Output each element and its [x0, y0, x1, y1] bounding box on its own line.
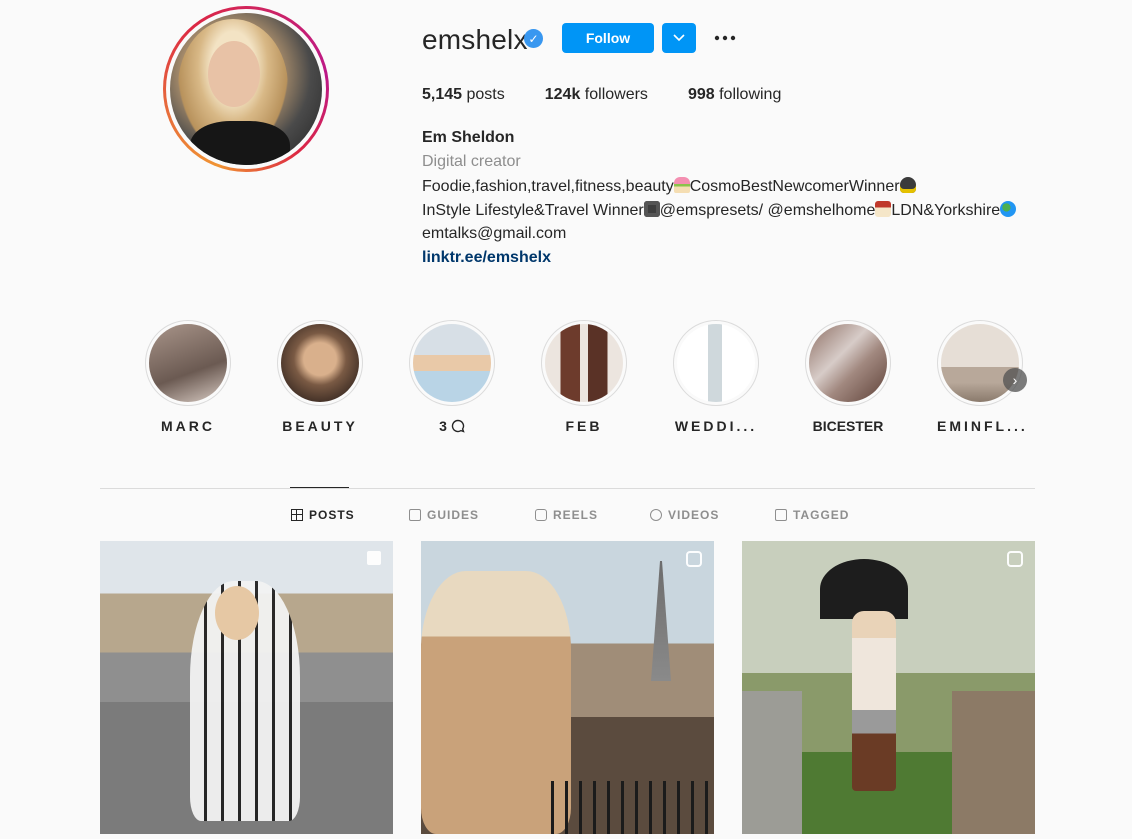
username: emshelx — [422, 24, 528, 55]
highlight-label: 3 — [409, 418, 495, 434]
highlight-item[interactable]: FEB — [541, 320, 627, 434]
bio-line-2: InStyle Lifestyle&Travel Winner @emsprese… — [422, 201, 1017, 220]
highlight-cover — [941, 324, 1019, 402]
full-name: Em Sheldon — [422, 129, 515, 146]
chevron-right-icon: › — [1012, 372, 1018, 388]
highlight-cover — [545, 324, 623, 402]
followers-stat[interactable]: 124k followers — [545, 86, 648, 104]
profile-avatar[interactable] — [163, 6, 329, 172]
camera-emoji-icon — [643, 201, 660, 217]
globe-emoji-icon — [1000, 201, 1017, 217]
highlight-label: MARC — [161, 418, 215, 434]
tagged-icon — [775, 509, 787, 521]
follow-button[interactable]: Follow — [562, 23, 654, 53]
tab-videos[interactable]: VIDEOS — [650, 508, 719, 522]
guide-icon — [409, 509, 421, 521]
highlight-item[interactable]: BICESTER — [805, 320, 891, 434]
suggested-dropdown-button[interactable] — [662, 23, 696, 53]
car-emoji-icon — [899, 177, 916, 193]
bio-email: emtalks@gmail.com — [422, 225, 567, 242]
highlight-cover — [149, 324, 227, 402]
highlight-label: EMINFL... — [937, 418, 1028, 434]
bio-line-1: Foodie,fashion,travel,fitness,beauty Cosm… — [422, 177, 916, 196]
tab-posts[interactable]: POSTS — [291, 508, 355, 522]
house-emoji-icon — [875, 201, 892, 217]
grid-icon — [291, 509, 303, 521]
reel-icon — [1007, 551, 1023, 567]
carousel-icon — [367, 551, 381, 565]
highlight-cover — [413, 324, 491, 402]
tab-tagged[interactable]: TAGGED — [775, 508, 849, 522]
highlight-label: FEB — [565, 418, 603, 434]
post-thumbnail[interactable] — [100, 541, 393, 834]
category-label: Digital creator — [422, 153, 521, 170]
highlight-item[interactable]: MARC — [145, 320, 231, 434]
speech-bubble-icon — [451, 419, 465, 433]
following-stat[interactable]: 998 following — [688, 86, 781, 104]
highlight-label: WEDDI... — [674, 418, 758, 434]
highlights-next-button[interactable]: › — [1003, 368, 1027, 392]
highlight-item[interactable]: 3 — [409, 320, 495, 434]
highlight-label: BICESTER — [812, 418, 884, 434]
highlight-label: BEAUTY — [282, 418, 358, 434]
avatar-image — [170, 13, 322, 165]
post-thumbnail[interactable] — [742, 541, 1035, 834]
reels-icon — [535, 509, 547, 521]
cupcake-emoji-icon — [673, 177, 690, 193]
highlight-item[interactable]: WEDDI... — [673, 320, 759, 434]
profile-stats: 5,145 posts 124k followers 998 following — [422, 86, 821, 104]
post-thumbnail[interactable] — [421, 541, 714, 834]
bio-link[interactable]: linktr.ee/emshelx — [422, 249, 551, 267]
highlight-item[interactable]: BEAUTY — [277, 320, 363, 434]
highlight-cover — [281, 324, 359, 402]
tab-guides[interactable]: GUIDES — [409, 508, 479, 522]
active-tab-indicator — [290, 487, 349, 488]
reel-icon — [686, 551, 702, 567]
more-dots-icon — [714, 35, 736, 41]
verified-badge-icon: ✓ — [524, 29, 543, 48]
tab-reels[interactable]: REELS — [535, 508, 598, 522]
chevron-down-icon — [673, 34, 685, 42]
highlight-cover — [809, 324, 887, 402]
more-options-button[interactable] — [710, 26, 740, 50]
posts-stat: 5,145 posts — [422, 86, 505, 103]
highlight-cover — [677, 324, 755, 402]
tabs-divider — [100, 488, 1035, 489]
play-icon — [650, 509, 662, 521]
